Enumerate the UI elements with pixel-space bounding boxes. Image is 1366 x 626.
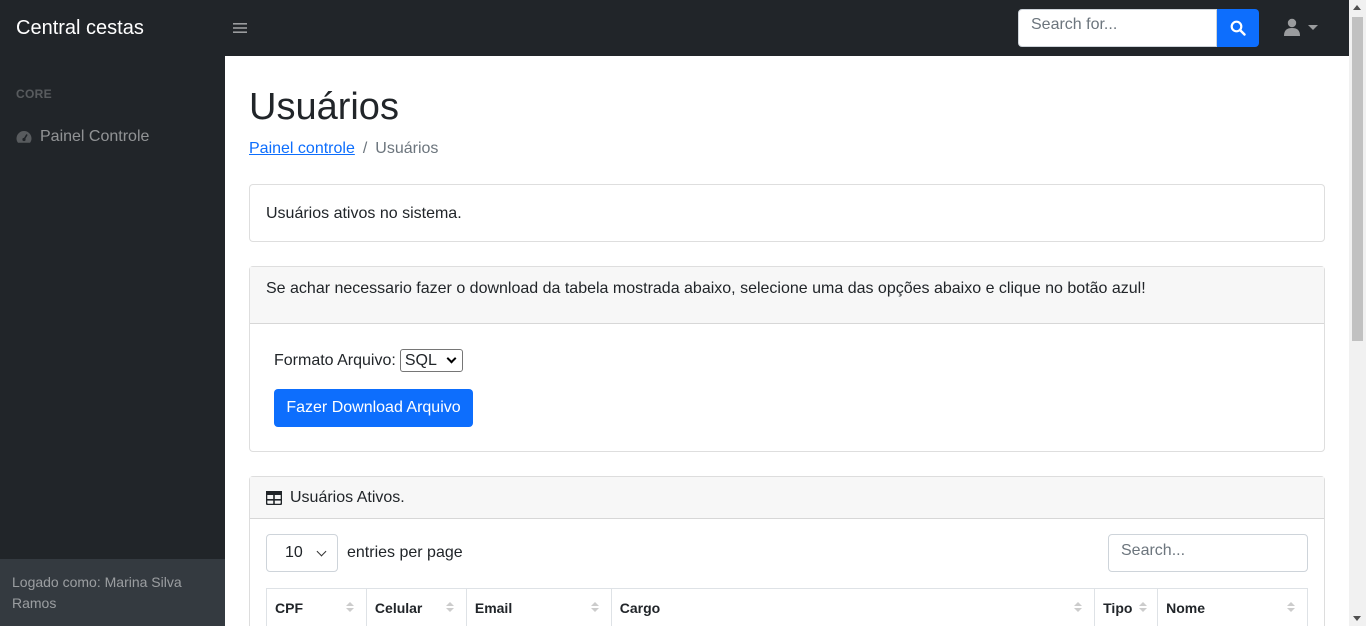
column-header-email[interactable]: Email [465, 588, 612, 626]
sidebar-heading: CORE [16, 87, 52, 101]
navbar-search: Search for... [1018, 9, 1259, 47]
users-table: CPF Celular Email Cargo Tipo Nome [266, 588, 1308, 626]
column-header-celular[interactable]: Celular [365, 588, 467, 626]
entries-per-page-label: entries per page [347, 544, 463, 561]
download-button[interactable]: Fazer Download Arquivo [274, 389, 473, 427]
chevron-down-icon [1308, 24, 1318, 30]
brand-title[interactable]: Central cestas [0, 17, 225, 40]
breadcrumb: Painel controle / Usuários [249, 140, 438, 158]
breadcrumb-link-painel-controle[interactable]: Painel controle [249, 140, 355, 158]
logged-in-user: Logado como: Marina Silva Ramos [0, 559, 225, 626]
table-icon [266, 490, 282, 505]
column-header-nome[interactable]: Nome [1157, 588, 1308, 626]
column-header-cpf[interactable]: CPF [266, 588, 367, 626]
sidebar-toggle-button[interactable] [233, 21, 257, 35]
format-select[interactable]: SQL [399, 349, 463, 372]
sort-icon [345, 602, 354, 612]
page-title: Usuários [249, 86, 399, 128]
table-header-row: CPF Celular Email Cargo Tipo Nome [266, 588, 1308, 626]
info-card: Usuários ativos no sistema. [249, 184, 1325, 242]
entries-per-page-value: 10 [285, 544, 303, 561]
column-header-tipo[interactable]: Tipo [1094, 588, 1159, 626]
users-table-header: Usuários Ativos. [250, 477, 1324, 519]
page-scrollbar[interactable] [1349, 0, 1366, 626]
download-card-header: Se achar necessario fazer o download da … [250, 267, 1324, 324]
format-select-value: SQL [404, 351, 437, 369]
navbar-search-button[interactable] [1217, 9, 1259, 47]
user-dropdown[interactable] [1284, 18, 1318, 36]
sort-icon [1074, 602, 1083, 612]
scrollbar-thumb[interactable] [1352, 17, 1363, 341]
sort-icon [590, 602, 599, 612]
column-header-cargo[interactable]: Cargo [610, 588, 1096, 626]
info-text: Usuários ativos no sistema. [266, 205, 462, 222]
scroll-down-icon[interactable] [1353, 616, 1361, 621]
navbar-search-input[interactable]: Search for... [1018, 9, 1217, 47]
user-icon [1284, 18, 1300, 36]
hamburger-icon [233, 23, 247, 33]
sidebar: CORE Painel Controle Logado como: Marina… [0, 56, 225, 626]
entries-per-page-select[interactable]: 10 [266, 534, 338, 572]
sidebar-item-label: Painel Controle [40, 128, 150, 145]
format-row: Formato Arquivo: SQL [274, 349, 463, 372]
scroll-up-icon[interactable] [1353, 5, 1361, 10]
entries-per-page: 10 entries per page [266, 534, 463, 572]
format-label: Formato Arquivo: [274, 351, 396, 369]
chevron-down-icon [316, 546, 327, 556]
main-content: Usuários Painel controle / Usuários Usuá… [225, 56, 1349, 626]
search-icon [1230, 20, 1246, 36]
table-search-input[interactable]: Search... [1108, 534, 1308, 572]
sort-icon [1139, 602, 1148, 612]
sort-icon [445, 602, 454, 612]
top-navbar: Central cestas Search for... [0, 0, 1349, 56]
breadcrumb-separator: / [362, 140, 368, 157]
dashboard-gauge-icon [16, 131, 32, 143]
sort-icon [1287, 602, 1295, 612]
users-table-card: Usuários Ativos. 10 entries per page Sea… [249, 476, 1325, 626]
chevron-down-icon [446, 353, 457, 364]
users-table-title: Usuários Ativos. [290, 488, 405, 506]
breadcrumb-current: Usuários [375, 140, 439, 157]
download-card: Se achar necessario fazer o download da … [249, 266, 1325, 452]
sidebar-item-painel-controle[interactable]: Painel Controle [16, 128, 149, 146]
